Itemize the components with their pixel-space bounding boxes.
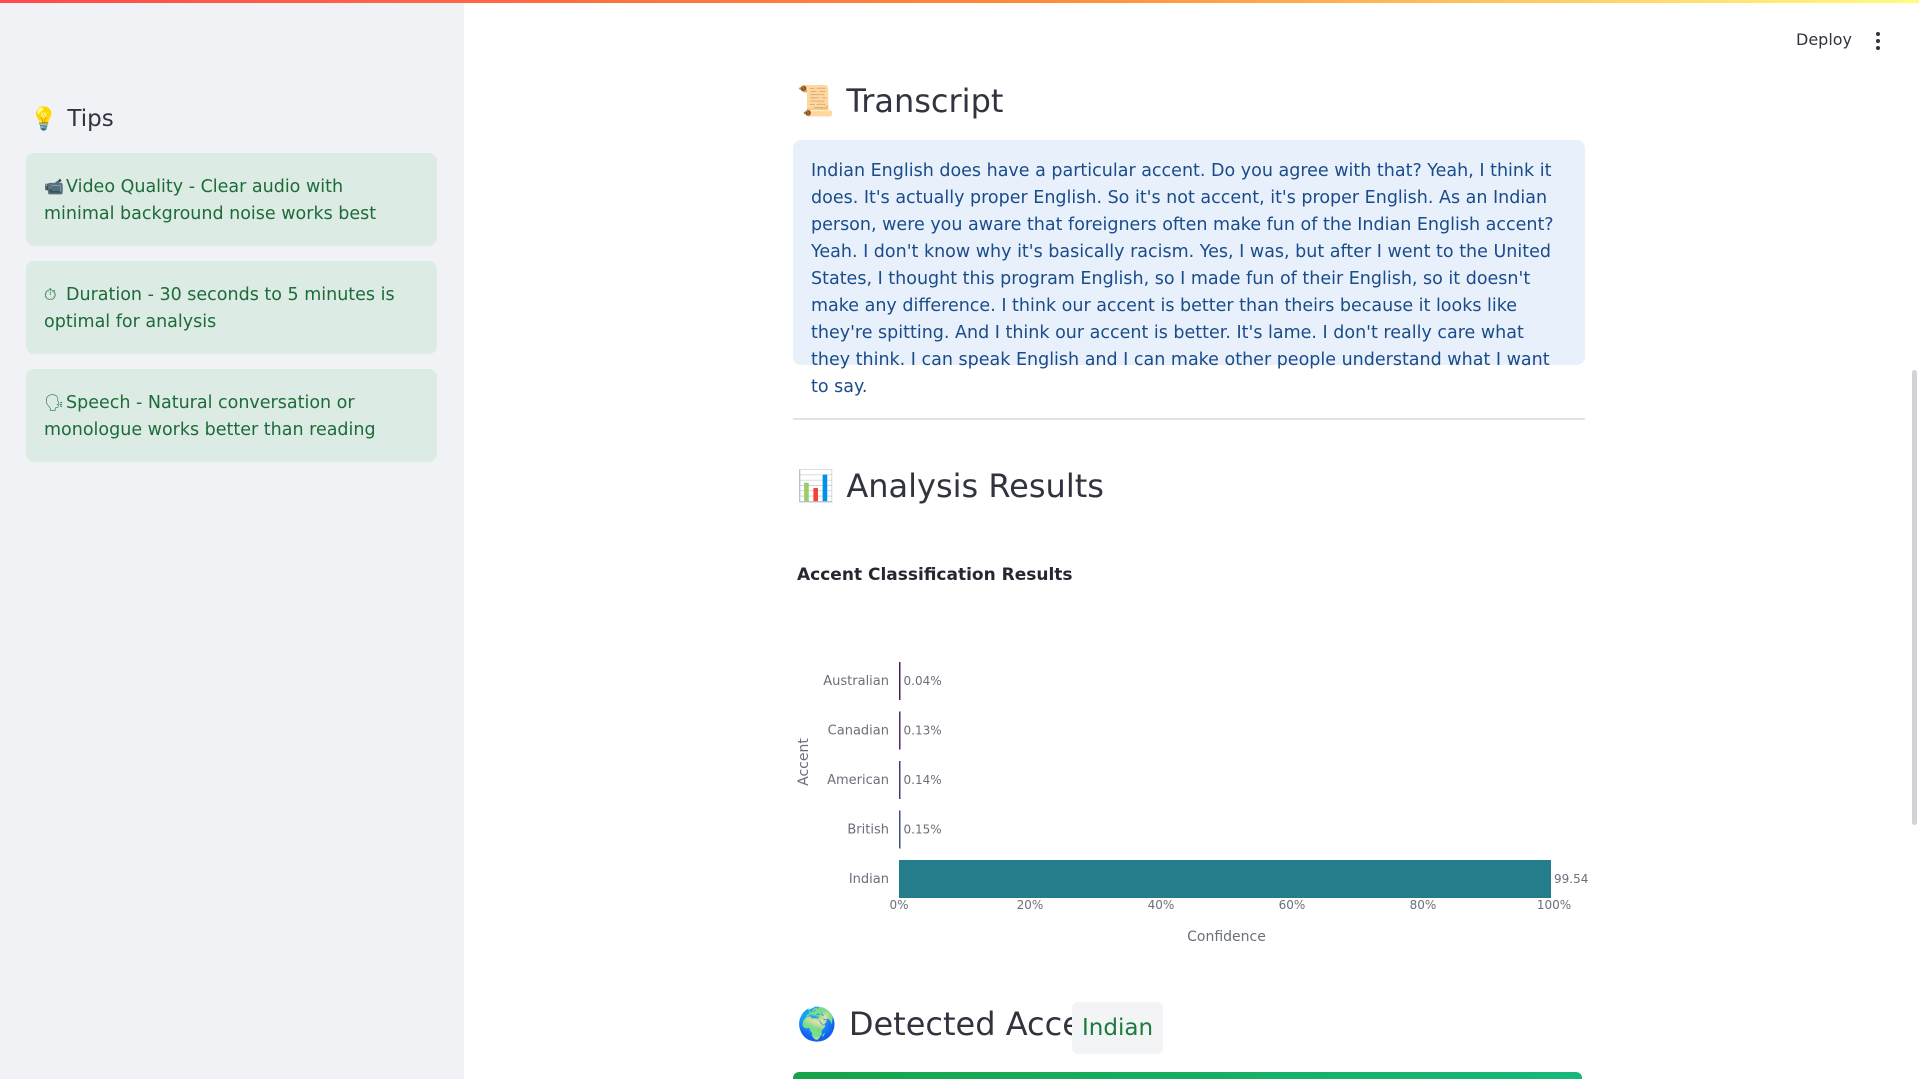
y-tick-label: Canadian — [828, 724, 889, 739]
tip-text: Video Quality - Clear audio with minimal… — [44, 177, 377, 224]
tip-duration: ⏱ Duration - 30 seconds to 5 minutes is o… — [26, 261, 437, 354]
transcript-title: Transcript — [846, 82, 1004, 120]
scrollbar[interactable] — [1912, 370, 1917, 825]
sidebar: 💡 Tips 📹 Video Quality - Clear audio with… — [0, 0, 464, 1079]
speaking-head-icon: 🗣 — [44, 393, 65, 412]
bar-british — [899, 810, 901, 849]
y-tick-label: British — [847, 823, 889, 838]
tip-text: Speech - Natural conversation or monolog… — [44, 393, 376, 440]
scroll-icon: 📜 — [797, 83, 835, 119]
y-tick-label: American — [827, 773, 889, 788]
detected-accent-value: Indian — [1072, 1002, 1164, 1054]
top-decoration-stripe — [0, 0, 1919, 3]
data-label: 0.13% — [904, 724, 942, 738]
section-divider — [793, 418, 1585, 420]
x-tick-label: 20% — [1017, 898, 1044, 912]
transcript-box: Indian English does have a particular ac… — [793, 140, 1585, 397]
deploy-button[interactable]: Deploy — [1796, 30, 1852, 49]
kebab-menu-icon[interactable] — [1869, 30, 1887, 52]
x-axis-label: Confidence — [1187, 929, 1266, 945]
x-tick-label: 80% — [1410, 898, 1437, 912]
analysis-heading: 📊 Analysis Results — [797, 467, 1104, 505]
x-tick-label: 40% — [1148, 898, 1175, 912]
x-tick-label: 0% — [889, 898, 908, 912]
x-tick-label: 60% — [1279, 898, 1306, 912]
data-label: 0.14% — [904, 773, 942, 787]
result-banner — [793, 1072, 1582, 1079]
bar-canadian — [899, 711, 901, 750]
bar-indian — [899, 860, 1551, 898]
y-tick-label: Indian — [849, 872, 889, 887]
lightbulb-icon: 💡 — [30, 106, 58, 132]
data-label: 99.54 — [1554, 872, 1588, 886]
stopwatch-icon: ⏱ — [44, 285, 57, 304]
y-axis-label: Accent — [796, 738, 812, 786]
accent-bar-chart: Australian 0.04% Canadian 0.13% American 0.14… — [796, 662, 1588, 945]
bar-chart-icon: 📊 — [797, 468, 835, 504]
analysis-title: Analysis Results — [846, 467, 1104, 505]
x-tick-label: 100% — [1537, 898, 1571, 912]
data-label: 0.04% — [904, 674, 942, 688]
bar-american — [899, 761, 901, 799]
transcript-heading: 📜 Transcript — [797, 82, 1003, 120]
tip-speech: 🗣Speech - Natural conversation or monolo… — [26, 369, 437, 462]
tips-title: Tips — [67, 106, 114, 132]
data-label: 0.15% — [904, 823, 942, 837]
bar-australian — [899, 662, 901, 700]
globe-icon: 🌍 — [797, 1005, 837, 1043]
tips-header: 💡 Tips — [30, 106, 114, 132]
tip-text: Duration - 30 seconds to 5 minutes is op… — [44, 285, 395, 332]
tip-video-quality: 📹 Video Quality - Clear audio with minima… — [26, 153, 437, 246]
video-camera-icon: 📹 — [44, 177, 64, 196]
y-tick-label: Australian — [823, 674, 889, 689]
